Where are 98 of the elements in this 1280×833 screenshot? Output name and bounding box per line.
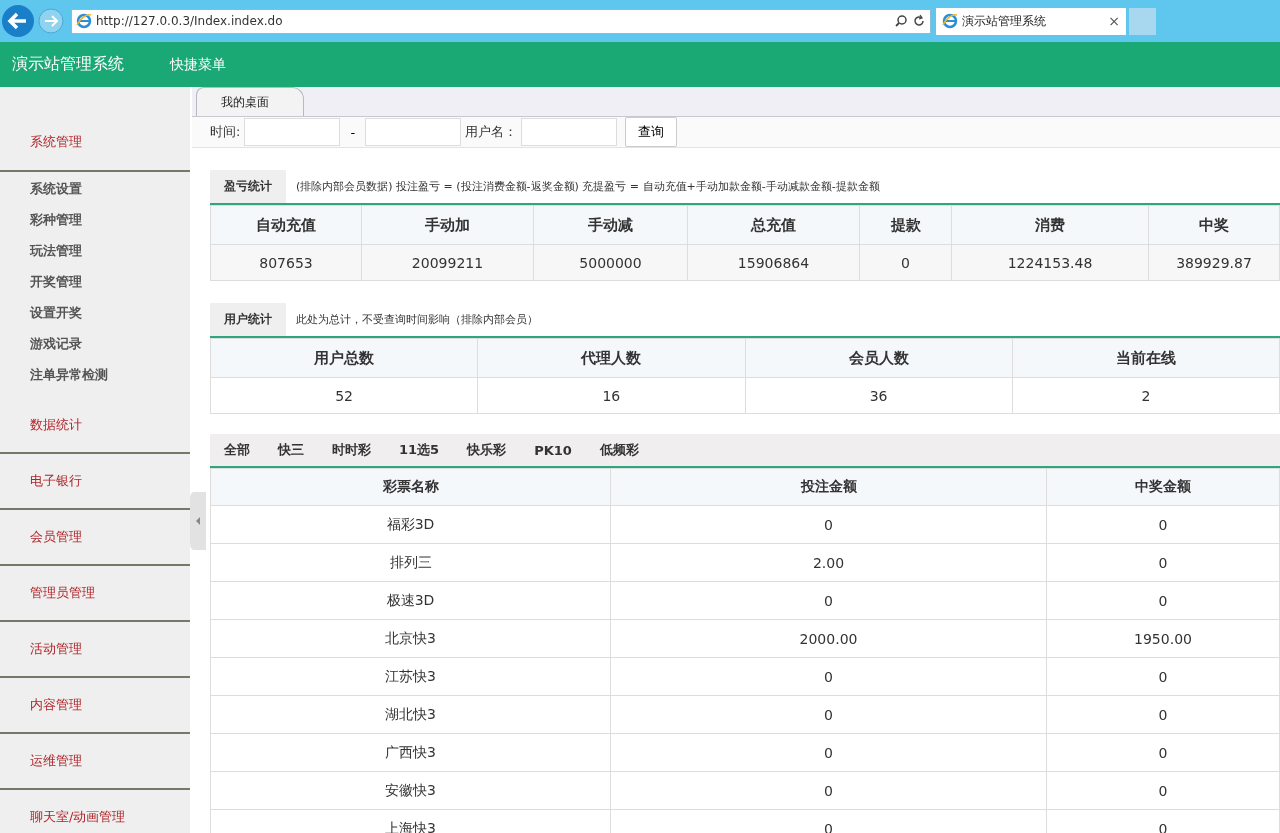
table-cell: 0	[610, 657, 1047, 696]
lottery-tab[interactable]: 快乐彩	[467, 441, 507, 459]
table-cell: 16	[477, 377, 745, 414]
sidebar-section-link[interactable]: 系统管理	[30, 132, 82, 151]
address-bar[interactable]: http://127.0.0.3/Index.index.do	[71, 8, 931, 34]
table-cell: 湖北快3	[210, 695, 611, 734]
sidebar-section-link[interactable]: 电子银行	[30, 472, 82, 490]
sidebar-section-link[interactable]: 内容管理	[30, 696, 82, 714]
sidebar-item[interactable]: 系统设置	[30, 180, 190, 198]
table-cell: 0	[859, 244, 952, 281]
table-cell: 北京快3	[210, 619, 611, 658]
collapse-handle-icon[interactable]	[190, 492, 206, 550]
url-text: http://127.0.0.3/Index.index.do	[96, 14, 284, 28]
table-cell: 5000000	[533, 244, 688, 281]
table-cell: 2000.00	[610, 619, 1047, 658]
sidebar-section-link[interactable]: 运维管理	[30, 752, 82, 770]
browser-logo-icon	[76, 13, 92, 29]
column-header: 会员人数	[745, 338, 1013, 378]
column-header: 中奖	[1148, 205, 1280, 245]
username-label: 用户名：	[465, 123, 518, 141]
tab-title: 演示站管理系统	[962, 12, 1047, 30]
table-cell: 0	[1046, 809, 1280, 833]
column-header: 自动充值	[210, 205, 362, 245]
search-icon[interactable]	[894, 14, 908, 28]
time-label: 时间:	[210, 123, 241, 141]
table-cell: 0	[1046, 543, 1280, 582]
sidebar-section-link[interactable]: 会员管理	[30, 528, 82, 546]
table-cell: 0	[610, 695, 1047, 734]
lottery-tab[interactable]: PK10	[534, 442, 572, 458]
column-header: 代理人数	[477, 338, 745, 378]
table-cell: 0	[610, 505, 1047, 544]
sidebar-item[interactable]: 注单异常检测	[30, 366, 190, 384]
browser-logo-icon	[942, 13, 958, 29]
sidebar-section-link[interactable]: 聊天室/动画管理	[30, 808, 126, 826]
table-cell: 极速3D	[210, 581, 611, 620]
sidebar-section-link[interactable]: 数据统计	[30, 416, 82, 434]
section-note: (排除内部会员数据) 投注盈亏 = (投注消费金额-返奖金额) 充提盈亏 = 自动充值+手动加款金额-手动减款金额-提款金额	[296, 179, 880, 194]
table-cell: 15906864	[687, 244, 860, 281]
start-time-field[interactable]	[244, 118, 341, 146]
table-cell: 广西快3	[210, 733, 611, 772]
column-header: 用户总数	[210, 338, 478, 378]
table-cell: 1224153.48	[951, 244, 1149, 281]
end-time-field[interactable]	[365, 118, 462, 146]
table-cell: 2	[1012, 377, 1280, 414]
username-field[interactable]	[521, 118, 618, 146]
lottery-tab[interactable]: 时时彩	[332, 441, 371, 459]
column-header: 总充值	[687, 205, 860, 245]
close-tab-button[interactable]: ×	[1108, 13, 1120, 29]
table-cell: 福彩3D	[210, 505, 611, 544]
table-cell: 0	[1046, 771, 1280, 810]
sidebar-section-link[interactable]: 活动管理	[30, 640, 82, 658]
refresh-icon[interactable]	[912, 14, 926, 28]
query-button[interactable]: 查询	[625, 117, 678, 147]
section-note: 此处为总计，不受查询时间影响（排除内部会员）	[296, 312, 538, 327]
table-cell: 排列三	[210, 543, 611, 582]
lottery-tab[interactable]: 11选5	[399, 441, 440, 459]
table-cell: 36	[745, 377, 1013, 414]
sidebar-item[interactable]: 开奖管理	[30, 273, 190, 291]
column-header: 手动加	[361, 205, 534, 245]
sidebar-item[interactable]: 游戏记录	[30, 335, 190, 353]
table-cell: 0	[610, 733, 1047, 772]
table-cell: 江苏快3	[210, 657, 611, 696]
table-cell: 389929.87	[1148, 244, 1280, 281]
lottery-tab[interactable]: 快三	[278, 441, 304, 459]
column-header: 手动减	[533, 205, 688, 245]
sidebar-item[interactable]: 彩种管理	[30, 211, 190, 229]
table-cell: 0	[1046, 695, 1280, 734]
table-cell: 0	[1046, 733, 1280, 772]
column-header: 中奖金额	[1046, 468, 1280, 506]
sidebar-item[interactable]: 玩法管理	[30, 242, 190, 260]
range-separator: -	[350, 124, 356, 140]
table-cell: 20099211	[361, 244, 534, 281]
table-cell: 安徽快3	[210, 771, 611, 810]
column-header: 消费	[951, 205, 1149, 245]
table-cell: 0	[610, 581, 1047, 620]
column-header: 当前在线	[1012, 338, 1280, 378]
page-tab[interactable]: 我的桌面	[196, 87, 304, 116]
sidebar-item[interactable]: 设置开奖	[30, 304, 190, 322]
section-title: 用户统计	[210, 303, 286, 336]
sidebar-section-link[interactable]: 管理员管理	[30, 584, 95, 602]
section-title: 盈亏统计	[210, 170, 286, 203]
table-cell: 1950.00	[1046, 619, 1280, 658]
lottery-tab[interactable]: 低频彩	[599, 441, 639, 459]
table-cell: 0	[610, 771, 1047, 810]
table-cell: 52	[210, 377, 478, 414]
site-title: 演示站管理系统	[12, 54, 124, 75]
column-header: 彩票名称	[210, 468, 611, 506]
table-cell: 807653	[210, 244, 362, 281]
table-cell: 0	[610, 809, 1047, 833]
new-tab-button[interactable]	[1129, 7, 1156, 35]
column-header: 提款	[859, 205, 952, 245]
table-cell: 0	[1046, 505, 1280, 544]
table-cell: 0	[1046, 657, 1280, 696]
lottery-tab[interactable]: 全部	[224, 441, 250, 459]
table-cell: 0	[1046, 581, 1280, 620]
column-header: 投注金额	[610, 468, 1047, 506]
browser-tab[interactable]: 演示站管理系统 ×	[936, 7, 1126, 35]
table-cell: 2.00	[610, 543, 1047, 582]
